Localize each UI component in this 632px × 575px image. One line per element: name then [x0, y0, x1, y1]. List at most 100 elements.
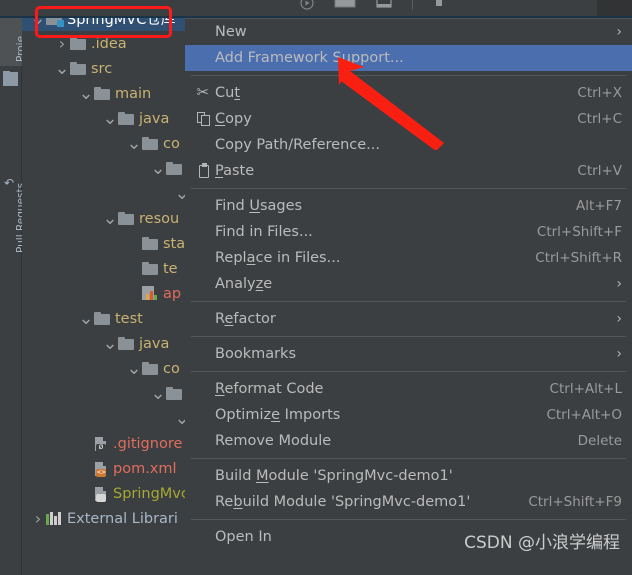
menu-separator [191, 371, 626, 372]
menu-item[interactable]: New › [185, 19, 632, 45]
tree-row-label: te [163, 260, 178, 277]
menu-item-shortcut: Ctrl+V [577, 163, 622, 179]
menu-item[interactable]: Copy Path/Reference... [185, 132, 632, 158]
folder-icon [166, 387, 182, 400]
menu-item-label: Refactor [215, 311, 276, 327]
chevron-right-icon: › [616, 276, 622, 292]
chevron-right-icon: › [616, 311, 622, 327]
copy-icon [193, 111, 215, 127]
tree-twisty-empty [126, 287, 142, 300]
folder-icon [118, 337, 134, 350]
tree-row-label: java [139, 110, 170, 127]
square-icon[interactable] [433, 0, 445, 9]
menu-item-label: Find in Files... [215, 224, 313, 240]
folder-icon [142, 137, 158, 150]
gitignore-file-icon: Ø [94, 436, 108, 452]
module-folder-icon [46, 18, 64, 27]
menu-item[interactable]: Find Usages Alt+F7 [185, 193, 632, 219]
menu-item-label: Copy [215, 111, 252, 127]
menu-item-label: Bookmarks [215, 346, 297, 362]
toolbar-icon-group [300, 0, 445, 10]
properties-icon [142, 286, 158, 301]
chevron-down-icon[interactable]: ⌄ [54, 59, 70, 77]
folder-icon [94, 87, 110, 100]
menu-separator [191, 75, 626, 76]
xml-file-icon: <> [94, 461, 108, 477]
menu-item-label: Copy Path/Reference... [215, 137, 380, 153]
context-menu[interactable]: New › Add Framework Support... Cut Ctrl+X Cop… [185, 18, 632, 575]
tree-twisty-empty [78, 437, 94, 450]
folder-icon [94, 312, 110, 325]
menu-item[interactable]: Replace in Files... Ctrl+Shift+R [185, 245, 632, 271]
panel-icon[interactable] [376, 0, 392, 9]
chevron-down-icon[interactable]: ⌄ [30, 18, 46, 27]
chevron-down-icon[interactable]: ⌄ [102, 109, 118, 127]
menu-separator [191, 301, 626, 302]
menu-item-shortcut: Ctrl+Shift+F9 [528, 494, 622, 510]
chevron-down-icon[interactable]: ⌄ [150, 159, 166, 177]
tree-twisty-empty [78, 462, 94, 475]
folder-icon [142, 237, 158, 250]
menu-item[interactable]: Find in Files... Ctrl+Shift+F [185, 219, 632, 245]
menu-item-label: Optimize Imports [215, 407, 341, 423]
chevron-right-icon[interactable]: › [30, 510, 46, 527]
tree-row-label: ap [163, 285, 182, 302]
tree-row-label: test [115, 310, 143, 327]
folder-icon [142, 362, 158, 375]
watermark: CSDN @小浪学编程 [464, 533, 620, 553]
menu-item-label: Cut [215, 85, 241, 101]
toolbar [0, 0, 632, 18]
menu-item[interactable]: Paste Ctrl+V [185, 158, 632, 184]
chevron-down-icon[interactable]: ⌄ [102, 209, 118, 227]
toolbar-right-area [597, 0, 632, 16]
menu-item[interactable]: Build Module 'SpringMvc-demo1' [185, 463, 632, 489]
folder-icon [70, 62, 86, 75]
menu-item[interactable]: Refactor › [185, 306, 632, 332]
folder-icon [142, 262, 158, 275]
chevron-down-icon[interactable]: ⌄ [150, 384, 166, 402]
chevron-down-icon[interactable]: ⌄ [126, 359, 142, 377]
run-icon[interactable] [300, 0, 314, 10]
menu-item-label: New [215, 24, 247, 40]
menu-item-label: Reformat Code [215, 381, 324, 397]
chevron-down-icon[interactable]: ⌄ [78, 309, 94, 327]
menu-item-label: Find Usages [215, 198, 303, 214]
chevron-down-icon[interactable]: ⌄ [102, 334, 118, 352]
chevron-right-icon[interactable]: › [54, 35, 70, 52]
menu-item-label: Analyze [215, 276, 273, 292]
tree-row-label: main [115, 85, 152, 102]
menu-separator [191, 458, 626, 459]
menu-separator [191, 188, 626, 189]
tree-row-label: co [163, 135, 180, 152]
menu-item-shortcut: Ctrl+Shift+F [536, 224, 622, 240]
menu-item[interactable]: Bookmarks › [185, 341, 632, 367]
menu-item-shortcut: Ctrl+Shift+R [535, 250, 622, 266]
menu-item[interactable]: Rebuild Module 'SpringMvc-demo1' Ctrl+Shi… [185, 489, 632, 515]
menu-item[interactable]: Cut Ctrl+X [185, 80, 632, 106]
menu-item[interactable]: Copy Ctrl+C [185, 106, 632, 132]
tree-row-label: src [91, 60, 113, 77]
left-tool-strip: Proje Pull Requests ↶ [0, 18, 27, 575]
window-icon[interactable] [334, 0, 356, 9]
pull-request-icon: ↶ [4, 176, 15, 190]
paste-icon [193, 162, 215, 179]
menu-item[interactable]: Optimize Imports Ctrl+Alt+O [185, 402, 632, 428]
menu-item[interactable]: Analyze › [185, 271, 632, 297]
tree-row-label: .gitignore [113, 435, 183, 452]
tree-row-label: sta [163, 235, 186, 252]
project-tool-icon [3, 67, 18, 86]
tree-twisty-empty [78, 487, 94, 500]
tree-row-label: resou [139, 210, 180, 227]
menu-separator [191, 336, 626, 337]
menu-item-label: Remove Module [215, 433, 332, 449]
chevron-down-icon[interactable]: ⌄ [78, 84, 94, 102]
menu-item[interactable]: Remove Module Delete [185, 428, 632, 454]
folder-icon [118, 112, 134, 125]
tree-row-label: SpringMvc- [113, 485, 195, 502]
menu-item-shortcut: Ctrl+Alt+O [546, 407, 622, 423]
menu-item-label: Build Module 'SpringMvc-demo1' [215, 468, 453, 484]
chevron-right-icon: › [616, 346, 622, 362]
menu-item[interactable]: Add Framework Support... [185, 45, 632, 71]
chevron-down-icon[interactable]: ⌄ [126, 134, 142, 152]
menu-item[interactable]: Reformat Code Ctrl+Alt+L [185, 376, 632, 402]
